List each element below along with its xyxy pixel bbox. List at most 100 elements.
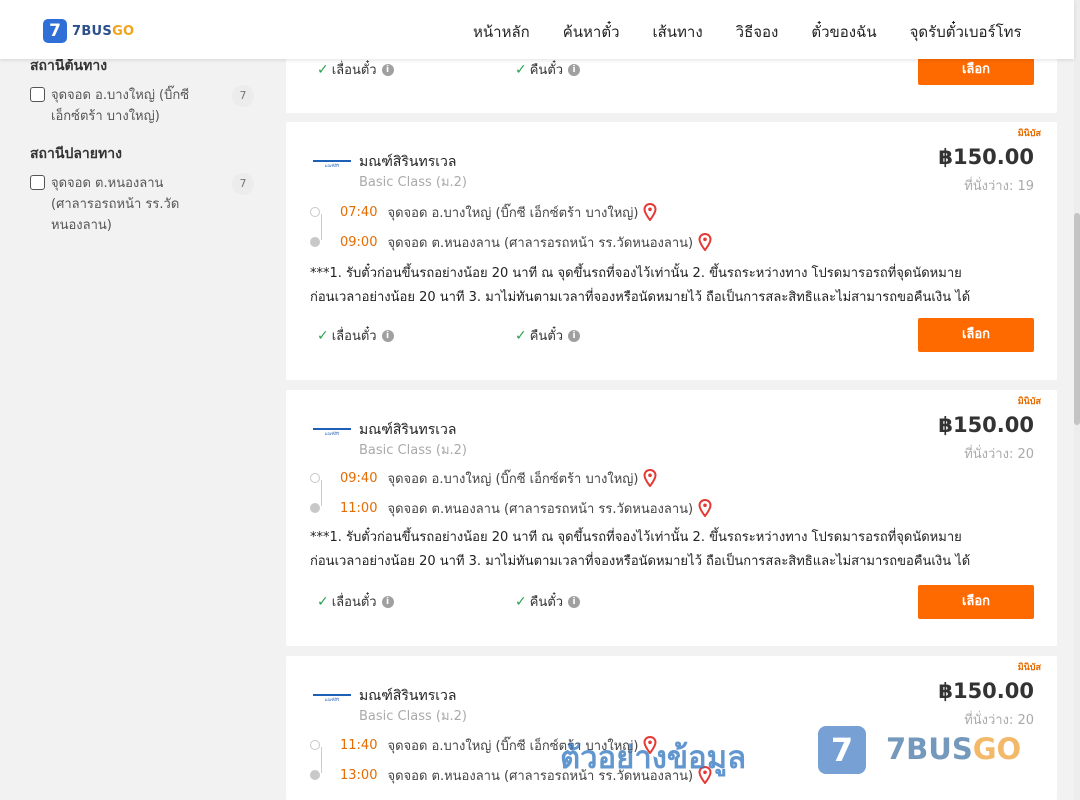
info-icon[interactable]: i	[568, 63, 581, 76]
check-icon: ✓	[515, 327, 527, 344]
nav-search-ticket[interactable]: ค้นหาตั๋ว	[563, 20, 620, 44]
reschedule-label: เลื่อนตั๋ว	[331, 595, 377, 610]
trip-note-line-1: ***1. รับตั๋วก่อนขึ้นรถอย่างน้อย 20 นาที…	[310, 530, 962, 545]
trip-card: มินิบัส มณฑ์สิริ มณฑ์สิรินทรเวล Basic Cl…	[286, 390, 1057, 646]
departure-stop: 11:40 จุดจอด อ.บางใหญ่ (บิ๊กซี เอ็กซ์ตร้…	[310, 735, 657, 755]
departure-dot	[310, 740, 320, 750]
departure-time: 09:40	[340, 470, 378, 486]
map-pin-icon[interactable]	[698, 499, 712, 517]
arrival-dot	[310, 770, 320, 780]
departure-dot	[310, 207, 320, 217]
arrival-name: จุดจอด ต.หนองลาน (ศาลารอรถหน้า รร.วัดหนอ…	[387, 501, 694, 517]
info-icon[interactable]: i	[381, 595, 394, 608]
site-logo[interactable]: 7 7BUSGO	[43, 19, 134, 43]
refund-feature: ✓ คืนตั๋ว i	[515, 59, 581, 80]
ticket-price: ฿150.00	[938, 679, 1034, 703]
reschedule-feature: ✓ เลื่อนตั๋ว i	[317, 325, 394, 346]
arrival-dot	[310, 503, 320, 513]
arrival-time: 09:00	[340, 234, 378, 250]
departure-name: จุดจอด อ.บางใหญ่ (บิ๊กซี เอ็กซ์ตร้า บางใ…	[387, 738, 639, 754]
reschedule-label: เลื่อนตั๋ว	[331, 329, 377, 344]
info-icon[interactable]: i	[381, 329, 394, 342]
origin-option-count: 7	[232, 85, 254, 107]
vehicle-type: มินิบัส	[1017, 663, 1041, 673]
top-header: 7 7BUSGO หน้าหลัก ค้นหาตั๋ว เส้นทาง วิธี…	[0, 0, 1074, 59]
logo-mark: 7	[43, 19, 67, 43]
map-pin-icon[interactable]	[643, 736, 657, 754]
page-scrollbar-thumb[interactable]	[1074, 213, 1080, 425]
service-class: Basic Class (ม.2)	[359, 175, 467, 190]
check-icon: ✓	[317, 593, 329, 610]
departure-time: 07:40	[340, 204, 378, 220]
logo-text: 7BUSGO	[72, 23, 135, 39]
vehicle-type: มินิบัส	[1017, 129, 1041, 139]
arrival-time: 13:00	[340, 767, 378, 783]
refund-feature: ✓ คืนตั๋ว i	[515, 325, 581, 346]
check-icon: ✓	[317, 61, 329, 78]
arrival-stop: 13:00 จุดจอด ต.หนองลาน (ศาลารอรถหน้า รร.…	[310, 765, 712, 785]
nav-routes[interactable]: เส้นทาง	[653, 20, 703, 44]
departure-name: จุดจอด อ.บางใหญ่ (บิ๊กซี เอ็กซ์ตร้า บางใ…	[387, 471, 639, 487]
refund-label: คืนตั๋ว	[529, 595, 564, 610]
info-icon[interactable]: i	[381, 63, 394, 76]
arrival-time: 11:00	[340, 500, 378, 516]
arrival-stop: 09:00 จุดจอด ต.หนองลาน (ศาลารอรถหน้า รร.…	[310, 232, 712, 252]
departure-stop: 07:40 จุดจอด อ.บางใหญ่ (บิ๊กซี เอ็กซ์ตร้…	[310, 202, 657, 222]
reschedule-label: เลื่อนตั๋ว	[331, 63, 377, 78]
destination-option-count: 7	[232, 173, 254, 195]
nav-home[interactable]: หน้าหลัก	[473, 20, 530, 44]
trip-note-line-2: ก่อนเวลาอย่างน้อย 20 นาที 3. มาไม่ทันตาม…	[310, 290, 971, 305]
check-icon: ✓	[515, 61, 527, 78]
trip-note: ***1. รับตั๋วก่อนขึ้นรถอย่างน้อย 20 นาที…	[310, 526, 1035, 574]
select-trip-button[interactable]: เลือก	[918, 318, 1034, 352]
arrival-stop: 11:00 จุดจอด ต.หนองลาน (ศาลารอรถหน้า รร.…	[310, 498, 712, 518]
operator-logo: มณฑ์สิริ	[313, 160, 351, 172]
operator-name: มณฑ์สิรินทรเวล	[359, 422, 457, 438]
filter-sidebar: สถานีต้นทาง จุดจอด อ.บางใหญ่ (บิ๊กซี เอ็…	[30, 55, 260, 236]
destination-filter-title: สถานีปลายทาง	[30, 146, 122, 162]
main-nav: หน้าหลัก ค้นหาตั๋ว เส้นทาง วิธีจอง ตั๋วข…	[473, 20, 1055, 44]
trip-note: ***1. รับตั๋วก่อนขึ้นรถอย่างน้อย 20 นาที…	[310, 262, 1035, 310]
map-pin-icon[interactable]	[643, 469, 657, 487]
trip-card: มินิบัส มณฑ์สิริ มณฑ์สิรินทรเวล Basic Cl…	[286, 122, 1057, 380]
ticket-price: ฿150.00	[938, 413, 1034, 437]
map-pin-icon[interactable]	[698, 766, 712, 784]
ticket-price: ฿150.00	[938, 145, 1034, 169]
destination-filter-option[interactable]: จุดจอด ต.หนองลาน (ศาลารอรถหน้า รร.วัดหนอ…	[30, 173, 260, 236]
trip-note-line-2: ก่อนเวลาอย่างน้อย 20 นาที 3. มาไม่ทันตาม…	[310, 554, 971, 569]
origin-filter-option[interactable]: จุดจอด อ.บางใหญ่ (บิ๊กซี เอ็กซ์ตร้า บางใ…	[30, 85, 260, 127]
operator-logo: มณฑ์สิริ	[313, 694, 351, 706]
departure-time: 11:40	[340, 737, 378, 753]
operator-name: มณฑ์สิรินทรเวล	[359, 154, 457, 170]
nav-how-to-book[interactable]: วิธีจอง	[736, 20, 779, 44]
trip-note-line-1: ***1. รับตั๋วก่อนขึ้นรถอย่างน้อย 20 นาที…	[310, 266, 962, 281]
nav-ticket-points[interactable]: จุดรับตั๋วเบอร์โทร	[910, 20, 1022, 44]
origin-option-label: จุดจอด อ.บางใหญ่ (บิ๊กซี เอ็กซ์ตร้า บางใ…	[51, 88, 190, 124]
seats-available: ที่นั่งว่าง: 20	[964, 713, 1034, 728]
origin-checkbox[interactable]	[30, 87, 45, 102]
arrival-name: จุดจอด ต.หนองลาน (ศาลารอรถหน้า รร.วัดหนอ…	[387, 235, 694, 251]
destination-option-label: จุดจอด ต.หนองลาน (ศาลารอรถหน้า รร.วัดหนอ…	[51, 176, 180, 233]
reschedule-feature: ✓ เลื่อนตั๋ว i	[317, 591, 394, 612]
service-class: Basic Class (ม.2)	[359, 709, 467, 724]
refund-feature: ✓ คืนตั๋ว i	[515, 591, 581, 612]
service-class: Basic Class (ม.2)	[359, 443, 467, 458]
destination-checkbox[interactable]	[30, 175, 45, 190]
departure-stop: 09:40 จุดจอด อ.บางใหญ่ (บิ๊กซี เอ็กซ์ตร้…	[310, 468, 657, 488]
arrival-name: จุดจอด ต.หนองลาน (ศาลารอรถหน้า รร.วัดหนอ…	[387, 768, 694, 784]
reschedule-feature: ✓ เลื่อนตั๋ว i	[317, 59, 394, 80]
seats-available: ที่นั่งว่าง: 19	[964, 179, 1034, 194]
trip-card-previous: ✓ เลื่อนตั๋ว i ✓ คืนตั๋ว i เลือก	[286, 54, 1057, 113]
departure-dot	[310, 473, 320, 483]
info-icon[interactable]: i	[568, 595, 581, 608]
map-pin-icon[interactable]	[698, 233, 712, 251]
map-pin-icon[interactable]	[643, 203, 657, 221]
check-icon: ✓	[317, 327, 329, 344]
operator-logo: มณฑ์สิริ	[313, 428, 351, 440]
refund-label: คืนตั๋ว	[529, 63, 564, 78]
nav-my-tickets[interactable]: ตั๋วของฉัน	[811, 20, 876, 44]
departure-name: จุดจอด อ.บางใหญ่ (บิ๊กซี เอ็กซ์ตร้า บางใ…	[387, 205, 639, 221]
seats-available: ที่นั่งว่าง: 20	[964, 447, 1034, 462]
info-icon[interactable]: i	[568, 329, 581, 342]
select-trip-button[interactable]: เลือก	[918, 585, 1034, 619]
